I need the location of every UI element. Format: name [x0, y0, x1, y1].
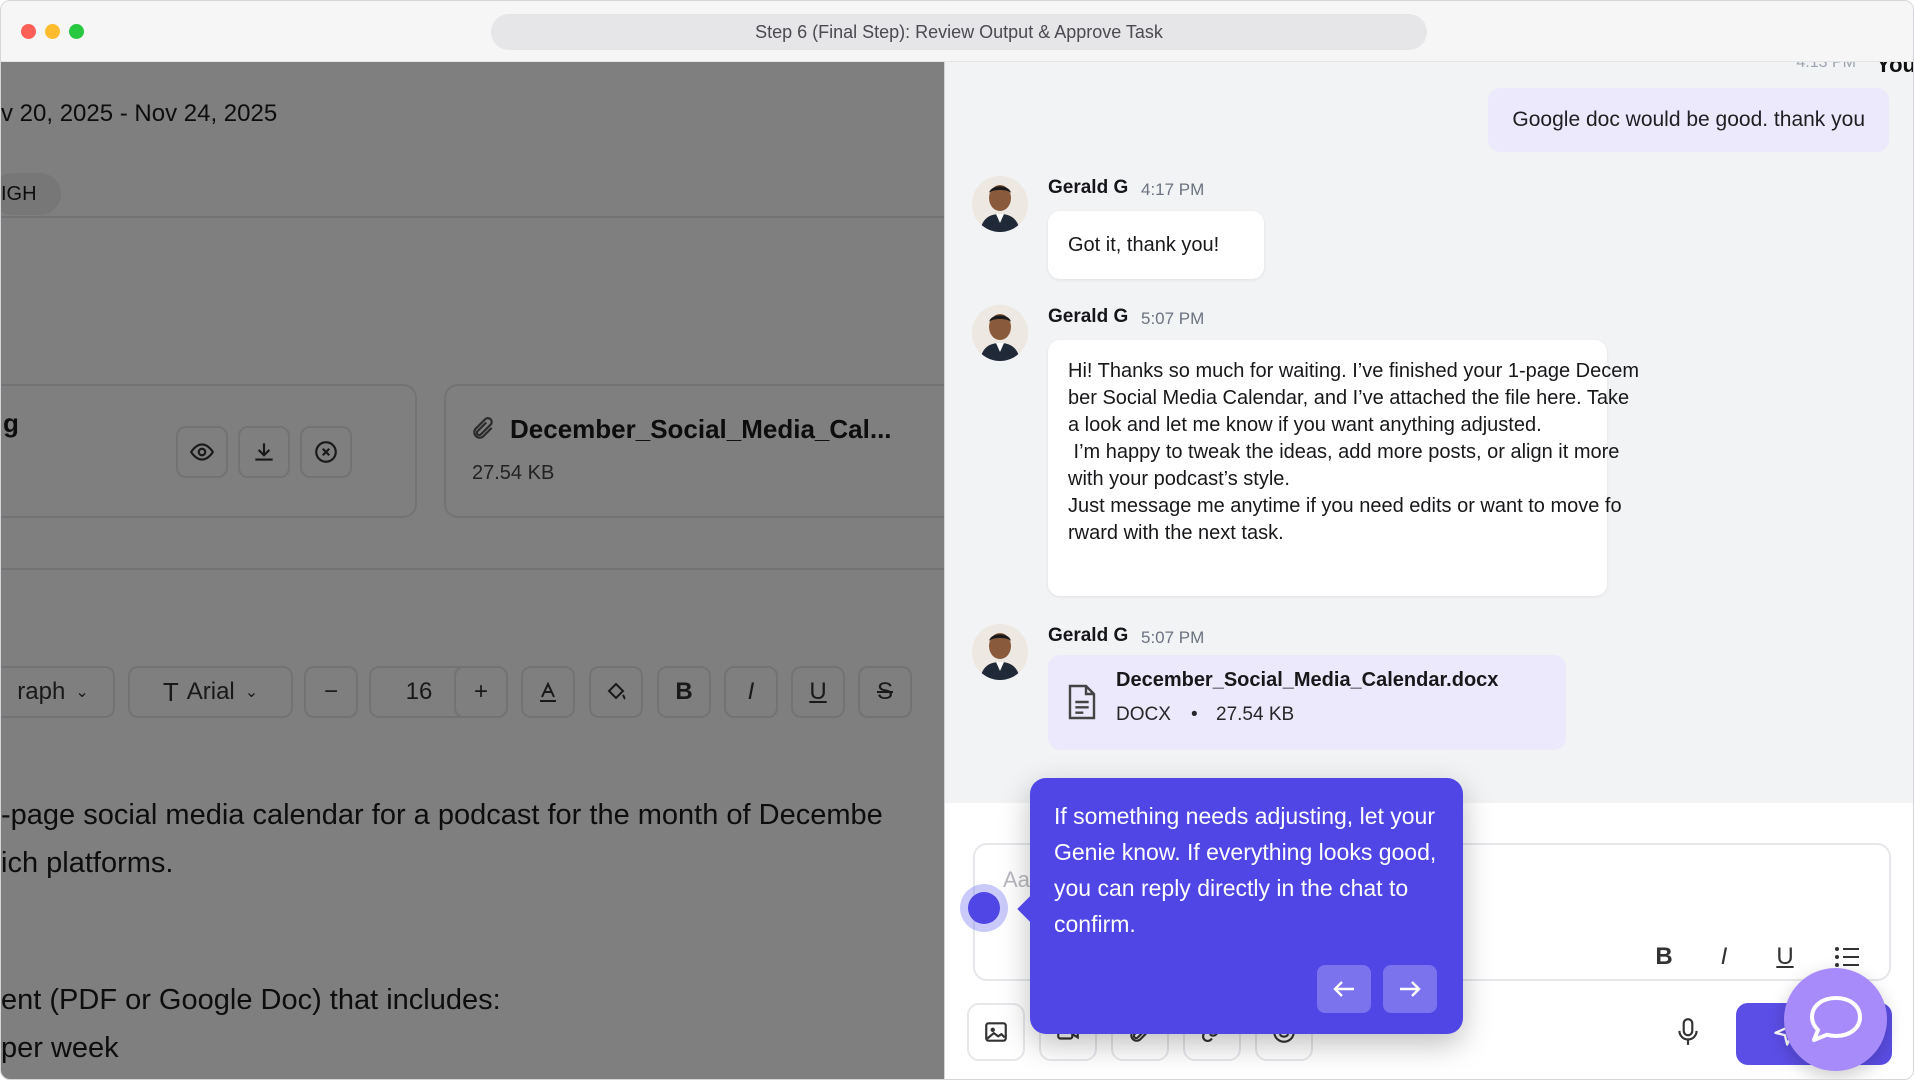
own-message-bubble: Google doc would be good. thank you: [1488, 88, 1889, 152]
insert-image-button[interactable]: [967, 1003, 1025, 1061]
onboarding-tooltip: If something needs adjusting, let your G…: [1017, 778, 1463, 1034]
message-bubble: Got it, thank you!: [1048, 211, 1264, 279]
attachment-filename: December_Social_Media_Calendar.docx: [1116, 669, 1499, 691]
window-title: Step 6 (Final Step): Review Output & App…: [491, 14, 1427, 50]
attachment-size: 27.54 KB: [1216, 704, 1295, 725]
attachment-type: DOCX: [1116, 704, 1171, 725]
tooltip-previous-button[interactable]: [1317, 965, 1371, 1013]
microphone-icon: [1678, 1018, 1698, 1045]
message-line: rward with the next task.: [1068, 522, 1284, 544]
document-icon: [1068, 684, 1096, 720]
minimize-window-button[interactable]: [45, 24, 60, 39]
modal-dim-overlay: [1, 62, 944, 1079]
arrow-left-icon: [1333, 981, 1354, 997]
bold-button[interactable]: B: [1647, 940, 1681, 974]
separator-dot: •: [1191, 704, 1198, 725]
message-line: Hi! Thanks so much for waiting. I’ve fin…: [1068, 360, 1640, 382]
message-time: 5:07 PM: [1141, 628, 1205, 647]
chat-bubble-icon: [1809, 995, 1862, 1042]
message-input-placeholder[interactable]: Aa: [1003, 867, 1030, 893]
message-line: Just message me anytime if you need edit…: [1068, 495, 1622, 517]
list-icon: [1835, 947, 1859, 967]
message-line: with your podcast’s style.: [1068, 468, 1290, 490]
message-time: 5:07 PM: [1141, 309, 1205, 328]
italic-icon: I: [1720, 943, 1728, 970]
sender-name: Gerald G: [1048, 306, 1129, 327]
message-bubble: Hi! Thanks so much for waiting. I’ve fin…: [1048, 340, 1640, 596]
underline-button[interactable]: U: [1768, 940, 1802, 974]
message-time: 4:17 PM: [1141, 180, 1205, 199]
chat-feed: 4:13 PM You Google doc would be good. th…: [945, 62, 1914, 803]
tooltip-text: If something needs adjusting, let your G…: [1054, 803, 1437, 937]
message-line: ber Social Media Calendar, and I’ve atta…: [1068, 387, 1630, 409]
avatar: [972, 624, 1028, 680]
bold-icon: B: [1655, 943, 1673, 970]
arrow-right-icon: [1400, 981, 1421, 997]
sender-name: Gerald G: [1048, 625, 1129, 646]
message-time: 4:13 PM: [1796, 62, 1856, 71]
title-bar: Step 6 (Final Step): Review Output & App…: [1, 1, 1913, 62]
chat-launcher-button[interactable]: [1784, 968, 1887, 1071]
app-window: Step 6 (Final Step): Review Output & App…: [0, 0, 1914, 1080]
voice-message-button[interactable]: [1675, 1017, 1701, 1052]
avatar: [972, 305, 1028, 361]
sender-name: Gerald G: [1048, 177, 1129, 198]
sender-name: You: [1876, 62, 1914, 77]
underline-icon: U: [1776, 943, 1794, 970]
file-attachment[interactable]: December_Social_Media_Calendar.docx DOCX…: [1048, 655, 1566, 750]
tour-hotspot[interactable]: [960, 884, 1008, 932]
close-window-button[interactable]: [21, 24, 36, 39]
avatar: [972, 176, 1028, 232]
message-line: I’m happy to tweak the ideas, add more p…: [1068, 441, 1620, 463]
tooltip-next-button[interactable]: [1383, 965, 1437, 1013]
message-line: a look and let me know if you want anyth…: [1068, 414, 1542, 436]
image-icon: [985, 1022, 1007, 1042]
italic-button[interactable]: I: [1707, 940, 1741, 974]
maximize-window-button[interactable]: [69, 24, 84, 39]
